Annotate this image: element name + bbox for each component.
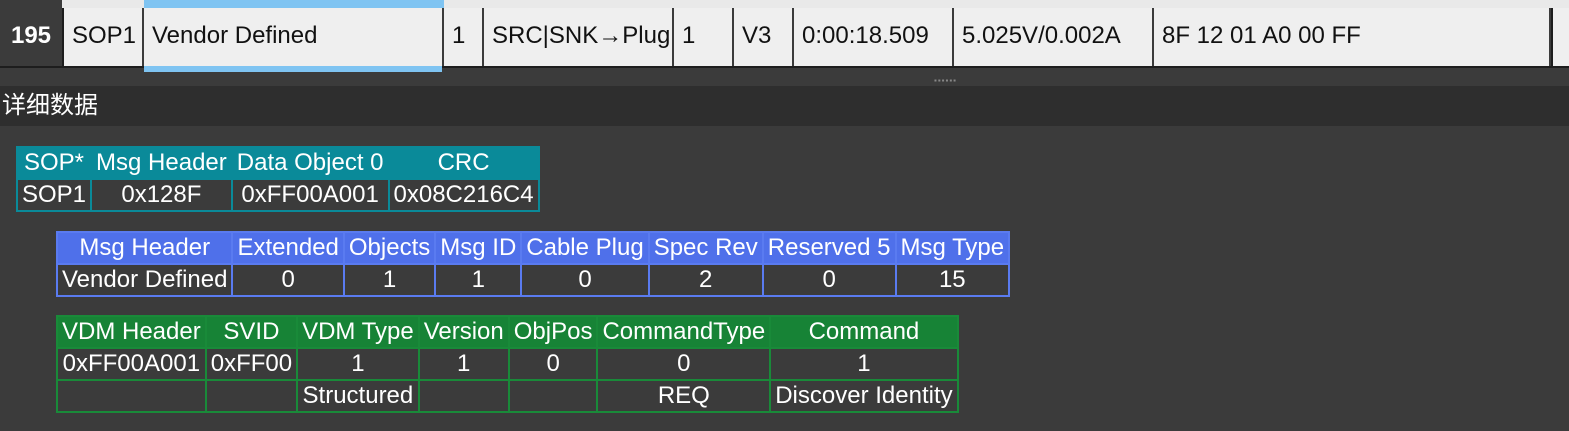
selection-highlight — [144, 0, 444, 8]
value-msg-header: 0x128F — [90, 178, 233, 212]
decoded-command: Discover Identity — [769, 379, 959, 413]
decoded-svid — [204, 379, 299, 413]
value-msg-type: 15 — [894, 263, 1011, 297]
value-reserved-5: 0 — [761, 263, 897, 297]
value-msg-id: 1 — [434, 263, 523, 297]
header-data-object-0: Data Object 0 — [230, 146, 390, 180]
header-version: Version — [417, 315, 510, 349]
packet-message[interactable]: Vendor Defined — [144, 8, 442, 66]
packet-rev[interactable]: V3 — [734, 8, 792, 66]
value-svid: 0xFF00 — [204, 347, 299, 381]
packet-row[interactable]: 195 SOP1 Vendor Defined 1 SRC|SNK→Plug 1… — [0, 0, 1569, 72]
value-vdm-header: 0xFF00A001 — [56, 347, 207, 381]
packet-sop[interactable]: SOP1 — [64, 8, 142, 66]
header-objpos: ObjPos — [507, 315, 599, 349]
packet-time[interactable]: 0:00:18.509 — [794, 8, 952, 66]
header-objects: Objects — [342, 231, 437, 265]
vdm-header-table: VDM Header SVID VDM Type Version ObjPos … — [56, 315, 959, 413]
section-title: 详细数据 — [0, 86, 1569, 126]
value-vdm-type: 1 — [296, 347, 420, 381]
msg-header-table: Msg Header Extended Objects Msg ID Cable… — [55, 231, 1011, 297]
header-msg-type: Msg Type — [894, 231, 1011, 265]
packet-col6[interactable]: 1 — [674, 8, 732, 66]
header-msg-header: Msg Header — [90, 146, 233, 180]
sop-summary-table: SOP* Msg Header Data Object 0 CRC SOP1 0… — [15, 146, 540, 212]
packet-role[interactable]: SRC|SNK→Plug — [484, 8, 672, 66]
value-spec-rev: 2 — [647, 263, 764, 297]
header-vdm-type: VDM Type — [296, 315, 420, 349]
header-sop: SOP* — [15, 146, 93, 180]
value-data-object-0: 0xFF00A001 — [230, 178, 390, 212]
header-vdm-header: VDM Header — [56, 315, 207, 349]
value-extended: 0 — [231, 263, 345, 297]
value-command: 1 — [769, 347, 959, 381]
packet-extra-cell[interactable] — [1551, 8, 1569, 66]
value-cable-plug: 0 — [520, 263, 650, 297]
packet-raw[interactable]: 8F 12 01 A0 00 FF — [1154, 8, 1549, 66]
packet-index[interactable]: 195 — [0, 8, 64, 66]
value-crc: 0x08C216C4 — [387, 178, 540, 212]
header-crc: CRC — [387, 146, 540, 180]
previous-row-edge — [62, 0, 1569, 8]
header-msg-id: Msg ID — [434, 231, 523, 265]
value-objpos: 0 — [507, 347, 599, 381]
header-msg-header: Msg Header — [55, 231, 234, 265]
decoded-version — [417, 379, 510, 413]
decoded-command-type: REQ — [596, 379, 772, 413]
value-version: 1 — [417, 347, 510, 381]
value-msg-header: Vendor Defined — [55, 263, 234, 297]
value-command-type: 0 — [596, 347, 772, 381]
header-spec-rev: Spec Rev — [647, 231, 764, 265]
header-extended: Extended — [231, 231, 345, 265]
header-command: Command — [769, 315, 959, 349]
packet-col4[interactable]: 1 — [444, 8, 482, 66]
value-sop: SOP1 — [15, 178, 93, 212]
decoded-vdm-header — [56, 379, 207, 413]
packet-vbus[interactable]: 5.025V/0.002A — [954, 8, 1152, 66]
selection-highlight-bottom — [144, 66, 442, 72]
header-cable-plug: Cable Plug — [520, 231, 650, 265]
header-reserved-5: Reserved 5 — [761, 231, 897, 265]
header-svid: SVID — [204, 315, 299, 349]
header-command-type: CommandType — [596, 315, 772, 349]
splitter-grip[interactable]: ▪▪▪▪▪▪ — [934, 76, 957, 85]
decoded-objpos — [507, 379, 599, 413]
value-objects: 1 — [342, 263, 437, 297]
decoded-vdm-type: Structured — [296, 379, 420, 413]
